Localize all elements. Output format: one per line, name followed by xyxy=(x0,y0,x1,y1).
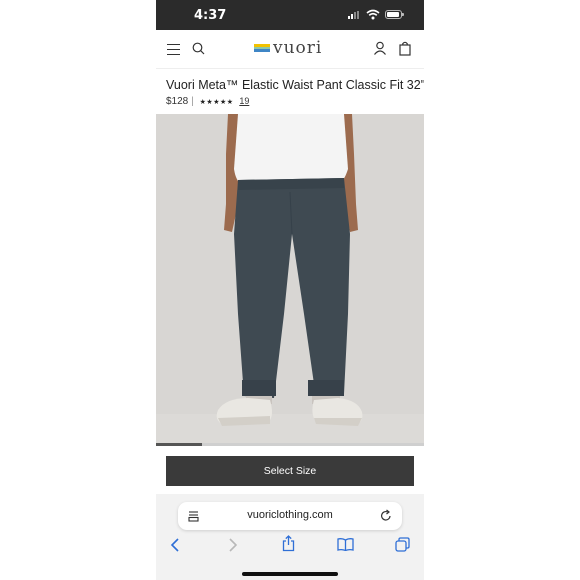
bookmarks-icon[interactable] xyxy=(337,538,354,551)
price-separator: | xyxy=(191,96,194,107)
price-rating-row: $128 | ★★★★★ 19 xyxy=(166,96,249,107)
product-image[interactable] xyxy=(156,114,424,446)
browser-toolbar: vuoriclothing.com xyxy=(156,494,424,580)
hamburger-menu-icon[interactable] xyxy=(167,44,180,58)
home-indicator[interactable] xyxy=(242,572,338,576)
rating-stars-icon[interactable]: ★★★★★ xyxy=(200,99,234,106)
product-title: Vuori Meta™ Elastic Waist Pant Classic F… xyxy=(166,78,424,92)
url-text[interactable]: vuoriclothing.com xyxy=(178,509,402,521)
reload-icon[interactable] xyxy=(380,509,392,522)
image-progress-fill xyxy=(156,443,202,446)
model-wearing-pants-illustration xyxy=(156,114,424,446)
forward-icon[interactable] xyxy=(228,538,238,552)
logo-text: vuori xyxy=(273,38,323,58)
search-icon[interactable] xyxy=(192,42,205,55)
address-bar[interactable]: vuoriclothing.com xyxy=(178,502,402,530)
phone-screen: 4:37 vuori Vuori Meta™ Elastic Waist Pan… xyxy=(156,0,424,580)
logo-mark xyxy=(254,44,270,54)
cellular-signal-icon xyxy=(348,11,362,19)
review-count-link[interactable]: 19 xyxy=(239,96,249,106)
tabs-icon[interactable] xyxy=(395,537,410,552)
share-icon[interactable] xyxy=(282,535,295,552)
shopping-bag-icon[interactable] xyxy=(399,41,411,56)
account-icon[interactable] xyxy=(373,41,387,55)
select-size-button[interactable]: Select Size xyxy=(166,456,414,486)
back-icon[interactable] xyxy=(170,538,180,552)
site-header: vuori xyxy=(156,30,424,69)
wifi-icon xyxy=(366,9,380,20)
image-carousel-progress xyxy=(156,443,424,446)
battery-icon xyxy=(385,10,404,19)
status-time: 4:37 xyxy=(194,8,227,23)
product-price: $128 xyxy=(166,96,189,107)
status-bar: 4:37 xyxy=(156,0,424,30)
